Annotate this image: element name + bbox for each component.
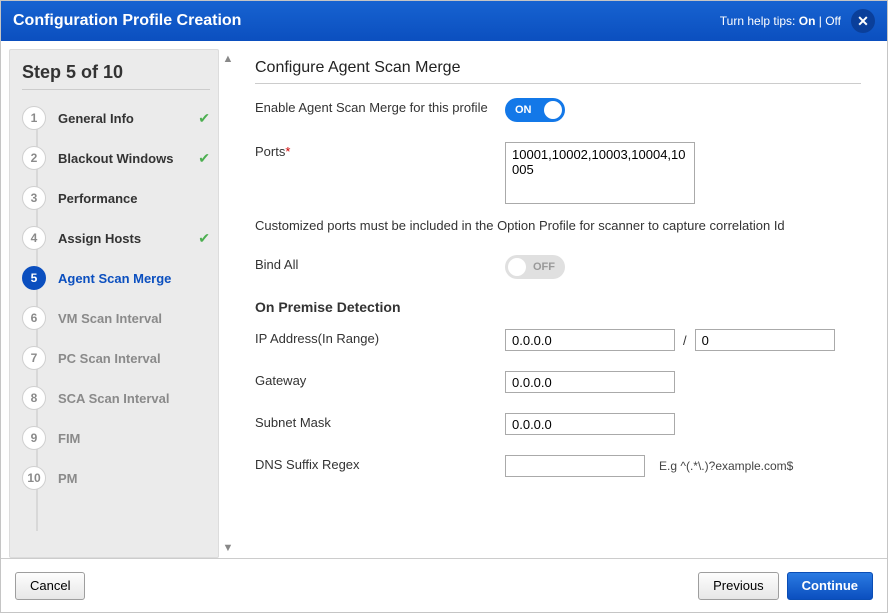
sidebar-separator	[22, 89, 210, 90]
dialog-header: Configuration Profile Creation Turn help…	[1, 1, 887, 41]
help-tips-on[interactable]: On	[799, 14, 816, 28]
subnet-row: Subnet Mask	[255, 413, 861, 435]
step-label: SCA Scan Interval	[58, 391, 210, 406]
ip-range-row: IP Address(In Range) /	[255, 329, 861, 351]
step-number-badge: 2	[22, 146, 46, 170]
gateway-input[interactable]	[505, 371, 675, 393]
step-progress-title: Step 5 of 10	[22, 62, 210, 83]
help-tips-off[interactable]: Off	[825, 14, 841, 28]
help-tips-label: Turn help tips:	[720, 14, 796, 28]
step-label: PM	[58, 471, 210, 486]
dialog-body: Step 5 of 10 1General Info✔2Blackout Win…	[1, 41, 887, 558]
step-label: Blackout Windows	[58, 151, 198, 166]
enable-merge-row: Enable Agent Scan Merge for this profile…	[255, 98, 861, 122]
toggle-off-text: OFF	[533, 261, 555, 273]
dns-suffix-input[interactable]	[505, 455, 645, 477]
bind-all-row: Bind All OFF	[255, 255, 861, 279]
scroll-down-icon[interactable]: ▼	[223, 542, 234, 554]
enable-merge-label: Enable Agent Scan Merge for this profile	[255, 98, 505, 115]
page-heading: Configure Agent Scan Merge	[255, 59, 861, 77]
wizard-step-9[interactable]: 9 FIM	[22, 418, 210, 458]
step-number-badge: 5	[22, 266, 46, 290]
footer-right-buttons: Previous Continue	[698, 572, 873, 600]
main-panel: Configure Agent Scan Merge Enable Agent …	[237, 49, 879, 558]
bind-all-label: Bind All	[255, 255, 505, 272]
scroll-up-icon[interactable]: ▲	[223, 53, 234, 65]
cancel-button[interactable]: Cancel	[15, 572, 85, 600]
toggle-on-text: ON	[515, 104, 532, 116]
wizard-step-5[interactable]: 5 Agent Scan Merge	[22, 258, 210, 298]
check-icon: ✔	[198, 230, 210, 247]
ports-hint: Customized ports must be included in the…	[255, 218, 861, 233]
dns-suffix-label: DNS Suffix Regex	[255, 455, 505, 472]
step-number-badge: 7	[22, 346, 46, 370]
step-label: Performance	[58, 191, 210, 206]
step-label: Agent Scan Merge	[58, 271, 210, 286]
check-icon: ✔	[198, 150, 210, 167]
wizard-step-2[interactable]: 2 Blackout Windows✔	[22, 138, 210, 178]
toggle-knob-icon	[544, 101, 562, 119]
help-tips-toggle[interactable]: Turn help tips: On | Off	[720, 14, 841, 28]
ports-input[interactable]	[505, 142, 695, 204]
step-label: FIM	[58, 431, 210, 446]
wizard-step-1[interactable]: 1 General Info✔	[22, 98, 210, 138]
ports-row: Ports*	[255, 142, 861, 204]
bind-all-toggle[interactable]: OFF	[505, 255, 565, 279]
step-number-badge: 4	[22, 226, 46, 250]
onprem-section-heading: On Premise Detection	[255, 299, 861, 315]
ip-from-input[interactable]	[505, 329, 675, 351]
step-number-badge: 10	[22, 466, 46, 490]
continue-button[interactable]: Continue	[787, 572, 873, 600]
step-label: PC Scan Interval	[58, 351, 210, 366]
wizard-sidebar: Step 5 of 10 1General Info✔2Blackout Win…	[9, 49, 219, 558]
ip-range-slash: /	[683, 333, 687, 348]
ports-label-text: Ports	[255, 144, 285, 159]
wizard-step-6[interactable]: 6 VM Scan Interval	[22, 298, 210, 338]
wizard-steps-list: 1General Info✔2Blackout Windows✔3Perform…	[22, 98, 210, 545]
subnet-label: Subnet Mask	[255, 413, 505, 430]
step-number-badge: 9	[22, 426, 46, 450]
wizard-step-8[interactable]: 8 SCA Scan Interval	[22, 378, 210, 418]
step-label: General Info	[58, 111, 198, 126]
previous-button[interactable]: Previous	[698, 572, 779, 600]
wizard-step-10[interactable]: 10 PM	[22, 458, 210, 498]
gateway-row: Gateway	[255, 371, 861, 393]
ip-to-input[interactable]	[695, 329, 835, 351]
gateway-label: Gateway	[255, 371, 505, 388]
wizard-step-3[interactable]: 3 Performance	[22, 178, 210, 218]
step-number-badge: 6	[22, 306, 46, 330]
step-label: VM Scan Interval	[58, 311, 210, 326]
ip-range-label: IP Address(In Range)	[255, 329, 505, 346]
wizard-step-7[interactable]: 7 PC Scan Interval	[22, 338, 210, 378]
step-label: Assign Hosts	[58, 231, 198, 246]
toggle-knob-icon	[508, 258, 526, 276]
required-asterisk: *	[285, 144, 290, 159]
subnet-input[interactable]	[505, 413, 675, 435]
dialog-title: Configuration Profile Creation	[13, 12, 720, 30]
dns-suffix-hint: E.g ^(.*\.)?example.com$	[659, 459, 793, 473]
enable-merge-toggle[interactable]: ON	[505, 98, 565, 122]
step-number-badge: 1	[22, 106, 46, 130]
step-number-badge: 8	[22, 386, 46, 410]
ports-label: Ports*	[255, 142, 505, 159]
step-number-badge: 3	[22, 186, 46, 210]
sidebar-scroll-column: ▲ ▼	[219, 49, 237, 558]
dialog-footer: Cancel Previous Continue	[1, 558, 887, 612]
wizard-step-4[interactable]: 4 Assign Hosts✔	[22, 218, 210, 258]
dns-suffix-row: DNS Suffix Regex E.g ^(.*\.)?example.com…	[255, 455, 861, 477]
close-icon[interactable]: ✕	[851, 9, 875, 33]
check-icon: ✔	[198, 110, 210, 127]
heading-separator	[255, 83, 861, 84]
